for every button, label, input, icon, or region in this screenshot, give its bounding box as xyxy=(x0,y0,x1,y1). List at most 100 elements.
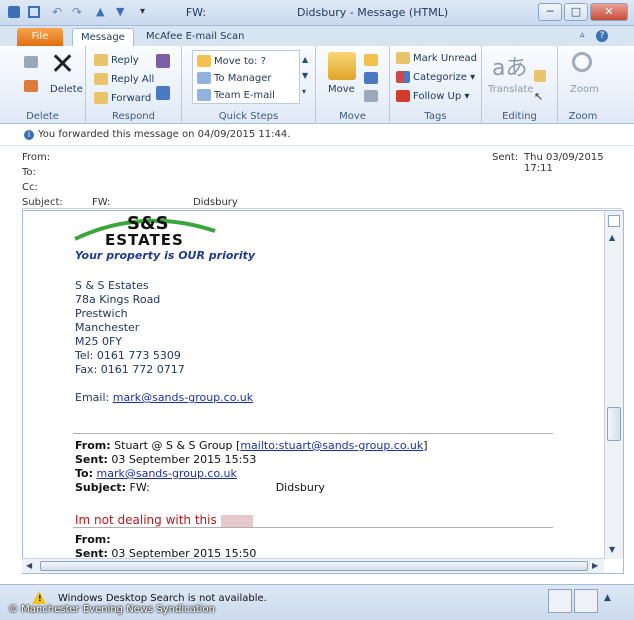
scroll-left-icon[interactable]: ◀ xyxy=(26,561,32,570)
body-options-icon[interactable] xyxy=(608,215,620,227)
horizontal-scroll-thumb[interactable] xyxy=(40,561,588,571)
quick-step-to-manager[interactable]: To Manager xyxy=(197,72,272,84)
tab-file[interactable]: File xyxy=(17,28,63,46)
ribbon-collapse-icon[interactable]: ▵ xyxy=(580,30,585,40)
rules-icon[interactable] xyxy=(364,54,378,66)
fw1-to-label: To: xyxy=(75,467,93,480)
quick-step-team-email[interactable]: Team E-mail xyxy=(197,89,275,101)
forward-divider-1 xyxy=(73,433,553,434)
tab-message[interactable]: Message xyxy=(72,28,134,46)
fax: Fax: 0161 772 0717 xyxy=(75,363,185,376)
header-divider xyxy=(22,208,622,209)
mark-unread-icon xyxy=(396,52,410,64)
subject-value: FW: Didsbury xyxy=(92,197,238,208)
scroll-down-icon[interactable]: ▼ xyxy=(609,545,615,554)
expand-status-icon[interactable]: ▲ xyxy=(604,593,611,603)
reply-button[interactable]: Reply xyxy=(94,54,139,66)
categorize-label: Categorize xyxy=(413,72,467,83)
respond-group-label: Respond xyxy=(111,111,155,122)
fw1-subject-value: FW: Didsbury xyxy=(129,481,325,494)
quick-steps-group: Move to: ? To Manager Team E-mail ▲ ▼ ▾ Qu… xyxy=(182,46,316,124)
red-message: Im not dealing with this xyxy=(75,513,253,527)
junk-icon[interactable] xyxy=(24,80,38,92)
delete-x-icon[interactable]: ✕ xyxy=(50,50,75,80)
quick-steps-gallery: Move to: ? To Manager Team E-mail xyxy=(192,50,300,104)
warning-glyph: ! xyxy=(38,594,42,603)
ribbon: ✕ Delete Delete Reply Reply All Forward … xyxy=(0,46,634,124)
quick-steps-scroll[interactable]: ▲ ▼ ▾ xyxy=(302,52,308,100)
zoom-group-label: Zoom xyxy=(568,111,598,122)
respond-group: Reply Reply All Forward Respond xyxy=(86,46,182,124)
logo-text-estates: ESTATES xyxy=(105,231,184,249)
watermark: © Manchester Evening News Syndication xyxy=(8,604,215,615)
fw1-to-link[interactable]: mark@sands-group.co.uk xyxy=(97,467,237,480)
reply-label: Reply xyxy=(111,55,139,66)
select-cursor-icon[interactable]: ↖ xyxy=(534,90,543,103)
cc-label: Cc: xyxy=(22,182,38,193)
minimize-button[interactable]: ─ xyxy=(538,3,562,21)
actions-icon[interactable] xyxy=(364,90,378,102)
move-folder-big-icon[interactable] xyxy=(328,52,356,80)
horizontal-scrollbar[interactable]: ◀ ▶ xyxy=(22,558,604,573)
fw1-from-value: Stuart @ S & S Group [ xyxy=(114,439,241,452)
move-group-label: Move xyxy=(339,111,366,122)
people-pane-icon[interactable] xyxy=(548,589,572,613)
onenote-icon[interactable] xyxy=(364,72,378,84)
editing-group-label: Editing xyxy=(502,111,537,122)
fw1-sent-line: Sent: 03 September 2015 15:53 xyxy=(75,453,256,466)
restore-button[interactable]: □ xyxy=(564,3,588,21)
meeting-icon[interactable] xyxy=(156,54,170,68)
find-icon[interactable] xyxy=(534,70,546,82)
more-respond-icon[interactable] xyxy=(156,86,170,100)
zoom-group: Zoom Zoom xyxy=(558,46,608,124)
reply-all-button[interactable]: Reply All xyxy=(94,73,154,85)
reply-icon xyxy=(94,54,108,66)
scroll-up-icon[interactable]: ▲ xyxy=(609,233,615,242)
sent-label: Sent: xyxy=(492,152,519,163)
from-label: From: xyxy=(22,152,51,163)
forward-info-text: You forwarded this message on 04/09/2015… xyxy=(38,129,291,140)
team-email-icon xyxy=(197,89,211,101)
contact-photo-icon[interactable] xyxy=(574,589,598,613)
fw1-subject-label: Subject: xyxy=(75,481,127,494)
address-line-2: 78a Kings Road xyxy=(75,293,161,306)
fw1-sent-value: 03 September 2015 15:53 xyxy=(111,453,257,466)
scroll-right-icon[interactable]: ▶ xyxy=(592,561,598,570)
address-line-3: Prestwich xyxy=(75,307,128,320)
categorize-button[interactable]: Categorize ▾ xyxy=(396,71,475,83)
delete-button[interactable]: Delete xyxy=(50,84,83,95)
forward-icon xyxy=(94,92,108,104)
vertical-scroll-thumb[interactable] xyxy=(607,407,621,441)
mark-unread-button[interactable]: Mark Unread xyxy=(396,52,477,64)
address-line-4: Manchester xyxy=(75,321,140,334)
move-button[interactable]: Move xyxy=(328,84,355,95)
message-body[interactable]: S&S ESTATES Your property is OUR priorit… xyxy=(22,210,624,574)
fw1-from-link[interactable]: mailto:stuart@sands-group.co.uk xyxy=(240,439,423,452)
close-button[interactable]: ✕ xyxy=(590,3,628,21)
address-line-5: M25 0FY xyxy=(75,335,123,348)
follow-up-button[interactable]: Follow Up ▾ xyxy=(396,90,469,102)
vertical-scrollbar[interactable]: ▲ ▼ xyxy=(604,211,623,559)
help-icon[interactable]: ? xyxy=(596,30,608,42)
reply-all-label: Reply All xyxy=(111,74,155,85)
flag-icon xyxy=(396,90,410,102)
translate-button[interactable]: Translate xyxy=(488,84,533,95)
translate-icon[interactable]: aあ xyxy=(492,50,527,82)
tags-group-label: Tags xyxy=(424,111,447,122)
quick-step-move-to[interactable]: Move to: ? xyxy=(197,55,266,67)
delete-group: ✕ Delete Delete xyxy=(0,46,86,124)
move-folder-icon xyxy=(197,55,211,67)
address-line-1: S & S Estates xyxy=(75,279,149,292)
email-line: Email: mark@sands-group.co.uk xyxy=(75,391,253,404)
zoom-button[interactable]: Zoom xyxy=(570,84,599,95)
forward-button[interactable]: Forward xyxy=(94,92,151,104)
to-manager-label: To Manager xyxy=(214,73,272,84)
move-to-label: Move to: ? xyxy=(214,56,266,67)
ignore-icon[interactable] xyxy=(24,56,38,68)
zoom-icon[interactable] xyxy=(572,52,592,72)
email-link[interactable]: mark@sands-group.co.uk xyxy=(113,391,253,404)
tab-mcafee[interactable]: McAfee E-mail Scan xyxy=(138,28,252,46)
fw1-subject-line: Subject: FW: Didsbury xyxy=(75,481,325,494)
tags-group: Mark Unread Categorize ▾ Follow Up ▾ Tag… xyxy=(390,46,482,124)
editing-group: aあ Translate ↖ Editing xyxy=(482,46,558,124)
